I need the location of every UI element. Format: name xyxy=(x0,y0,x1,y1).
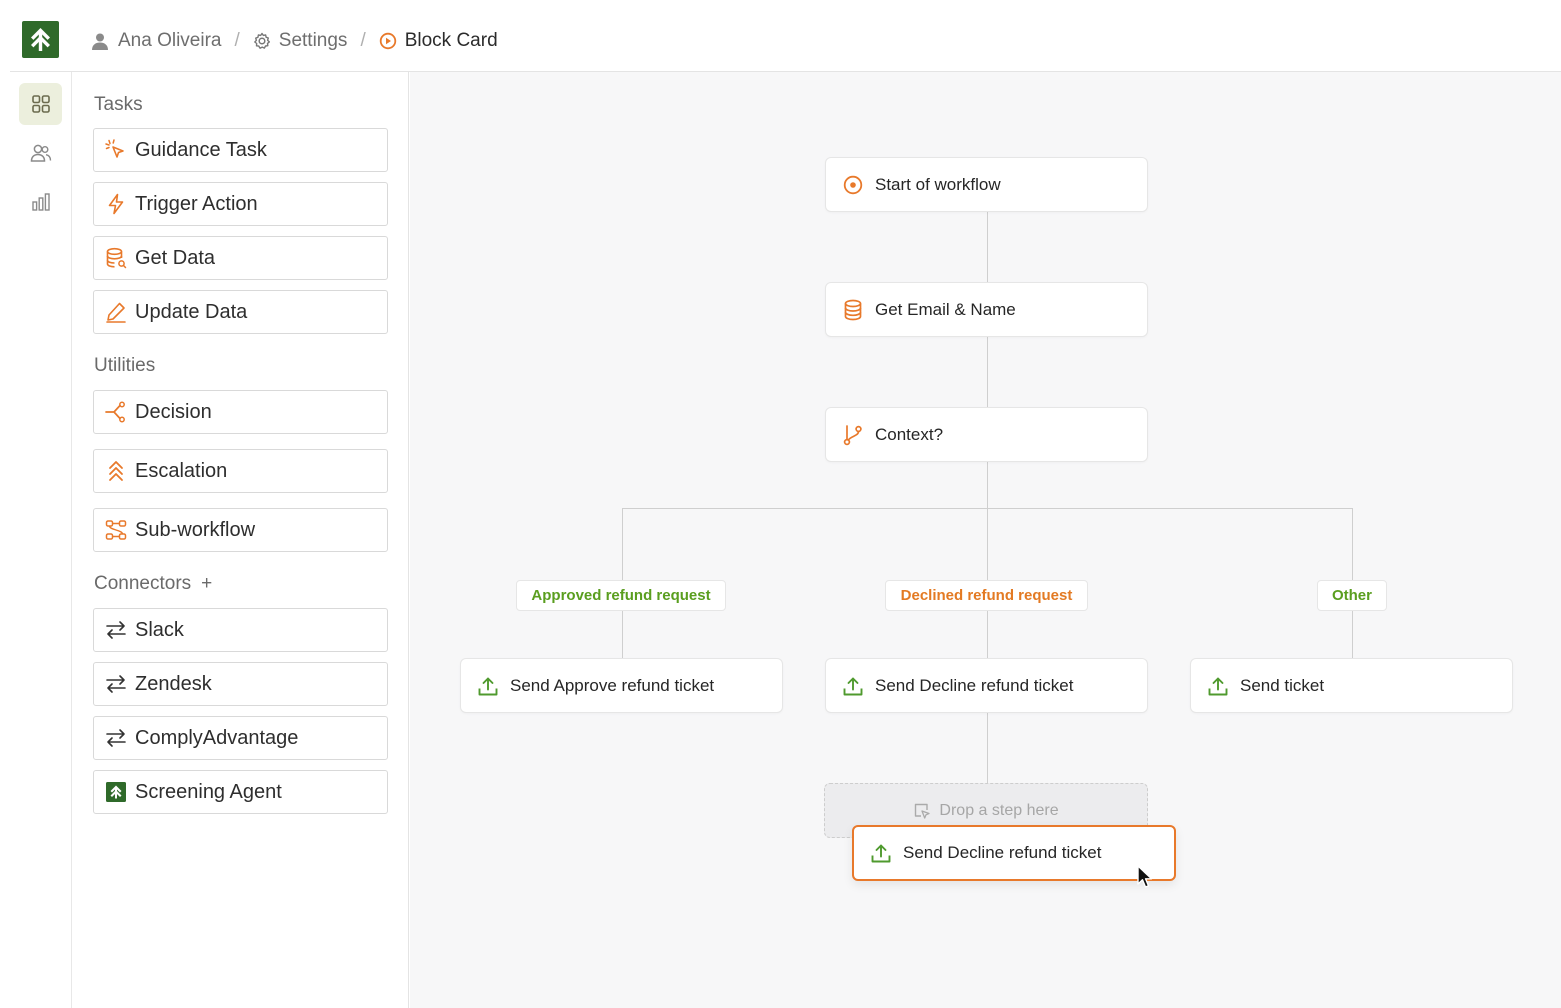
swap-arrows-icon xyxy=(106,675,126,693)
palette-item-decision[interactable]: Decision xyxy=(93,390,388,434)
decision-branch-icon xyxy=(105,401,125,423)
palette-item-label: Zendesk xyxy=(135,672,212,695)
node-label: Send Approve refund ticket xyxy=(510,675,715,695)
workflow-start-node[interactable]: Start of workflow xyxy=(825,157,1148,212)
palette-item-trigger-action[interactable]: Trigger Action xyxy=(93,182,388,226)
nav-rail xyxy=(10,72,72,1008)
palette-item-complyadvantage[interactable]: ComplyAdvantage xyxy=(93,716,388,760)
nav-users-button[interactable] xyxy=(19,132,62,174)
palette-item-label: Slack xyxy=(135,618,184,641)
dashboard-grid-icon xyxy=(31,95,50,113)
connector-line xyxy=(987,462,988,508)
swap-arrows-icon xyxy=(106,729,126,747)
step-palette: Tasks Guidance Task Trigger Action Get D… xyxy=(72,72,409,1008)
user-icon xyxy=(92,33,108,50)
workflow-get-data-node[interactable]: Get Email & Name xyxy=(825,282,1148,337)
breadcrumb-separator: / xyxy=(234,30,240,51)
lightning-icon xyxy=(108,193,124,215)
cursor-click-icon xyxy=(105,139,124,158)
breadcrumb-user-label: Ana Oliveira xyxy=(118,30,222,51)
node-label: Start of workflow xyxy=(875,174,1001,194)
breadcrumb-settings-label: Settings xyxy=(278,30,348,51)
users-icon xyxy=(30,144,51,162)
node-label: Send ticket xyxy=(1240,675,1325,695)
workflow-decision-node[interactable]: Context? xyxy=(825,407,1148,462)
nav-dashboard-button[interactable] xyxy=(19,83,62,125)
escalation-icon xyxy=(109,461,123,481)
workflow-step-decline-ticket[interactable]: Send Decline refund ticket xyxy=(825,658,1148,713)
upload-icon xyxy=(1208,677,1228,695)
node-label: Send Decline refund ticket xyxy=(875,675,1074,695)
drop-target-icon xyxy=(915,803,931,819)
connector-line xyxy=(987,212,988,282)
palette-item-label: Update Data xyxy=(135,300,248,323)
palette-item-get-data[interactable]: Get Data xyxy=(93,236,388,280)
breadcrumb: Ana Oliveira / Settings / Block Card xyxy=(90,28,498,54)
database-icon xyxy=(844,299,862,320)
connectors-title-label: Connectors xyxy=(94,573,192,594)
mouse-pointer-icon xyxy=(1137,865,1153,888)
branch-label-other: Other xyxy=(1317,580,1387,611)
connector-line xyxy=(987,713,988,783)
breadcrumb-current: Block Card xyxy=(379,30,498,52)
node-label: Context? xyxy=(875,424,944,444)
tasks-section-title: Tasks xyxy=(94,94,143,115)
palette-item-label: Sub-workflow xyxy=(135,518,256,541)
nav-analytics-button[interactable] xyxy=(19,181,62,223)
breadcrumb-separator: / xyxy=(360,30,366,51)
brand-logo[interactable] xyxy=(22,21,59,58)
workflow-canvas[interactable]: Start of workflow Get Email & Name Conte… xyxy=(410,72,1561,1008)
pencil-icon xyxy=(106,302,126,323)
palette-item-update-data[interactable]: Update Data xyxy=(93,290,388,334)
workflow-step-approve-ticket[interactable]: Send Approve refund ticket xyxy=(460,658,783,713)
palette-item-label: Decision xyxy=(135,400,212,423)
palette-item-label: Screening Agent xyxy=(135,780,282,803)
app: Ana Oliveira / Settings / Block Card Tas… xyxy=(0,0,1561,1008)
breadcrumb-settings[interactable]: Settings xyxy=(253,30,348,52)
workflow-step-send-ticket[interactable]: Send ticket xyxy=(1190,658,1513,713)
breadcrumb-current-label: Block Card xyxy=(404,30,498,51)
bar-chart-icon xyxy=(31,193,50,211)
branch-label-declined: Declined refund request xyxy=(885,580,1088,611)
palette-item-label: Guidance Task xyxy=(135,138,267,161)
palette-item-sub-workflow[interactable]: Sub-workflow xyxy=(93,508,388,552)
branch-label-approved: Approved refund request xyxy=(516,580,726,611)
connector-line xyxy=(987,337,988,407)
palette-item-label: Trigger Action xyxy=(135,192,258,215)
top-bar: Ana Oliveira / Settings / Block Card xyxy=(0,0,1561,72)
upload-icon xyxy=(871,844,891,863)
target-icon xyxy=(379,32,396,50)
palette-item-label: Get Data xyxy=(135,246,216,269)
upload-icon xyxy=(478,677,498,695)
palette-item-label: ComplyAdvantage xyxy=(135,726,299,749)
breadcrumb-user[interactable]: Ana Oliveira xyxy=(90,30,222,52)
add-connector-button[interactable]: + xyxy=(201,573,212,595)
git-branch-icon xyxy=(843,424,862,445)
palette-item-label: Escalation xyxy=(135,459,228,482)
palette-item-escalation[interactable]: Escalation xyxy=(93,449,388,493)
screening-agent-logo-icon xyxy=(106,782,126,802)
node-label: Send Decline refund ticket xyxy=(903,843,1102,862)
upload-icon xyxy=(843,677,863,695)
swap-arrows-icon xyxy=(106,621,126,639)
gear-icon xyxy=(253,32,270,49)
palette-item-screening-agent[interactable]: Screening Agent xyxy=(93,770,388,814)
palette-item-zendesk[interactable]: Zendesk xyxy=(93,662,388,706)
palette-item-guidance-task[interactable]: Guidance Task xyxy=(93,128,388,172)
node-label: Get Email & Name xyxy=(875,299,1016,319)
dragged-step-card[interactable]: Send Decline refund ticket xyxy=(852,825,1176,881)
target-icon xyxy=(843,175,863,194)
utilities-section-title: Utilities xyxy=(94,355,156,376)
sub-workflow-icon xyxy=(105,520,127,540)
connectors-section-title: Connectors + xyxy=(94,573,212,595)
database-icon xyxy=(106,247,127,269)
palette-item-slack[interactable]: Slack xyxy=(93,608,388,652)
